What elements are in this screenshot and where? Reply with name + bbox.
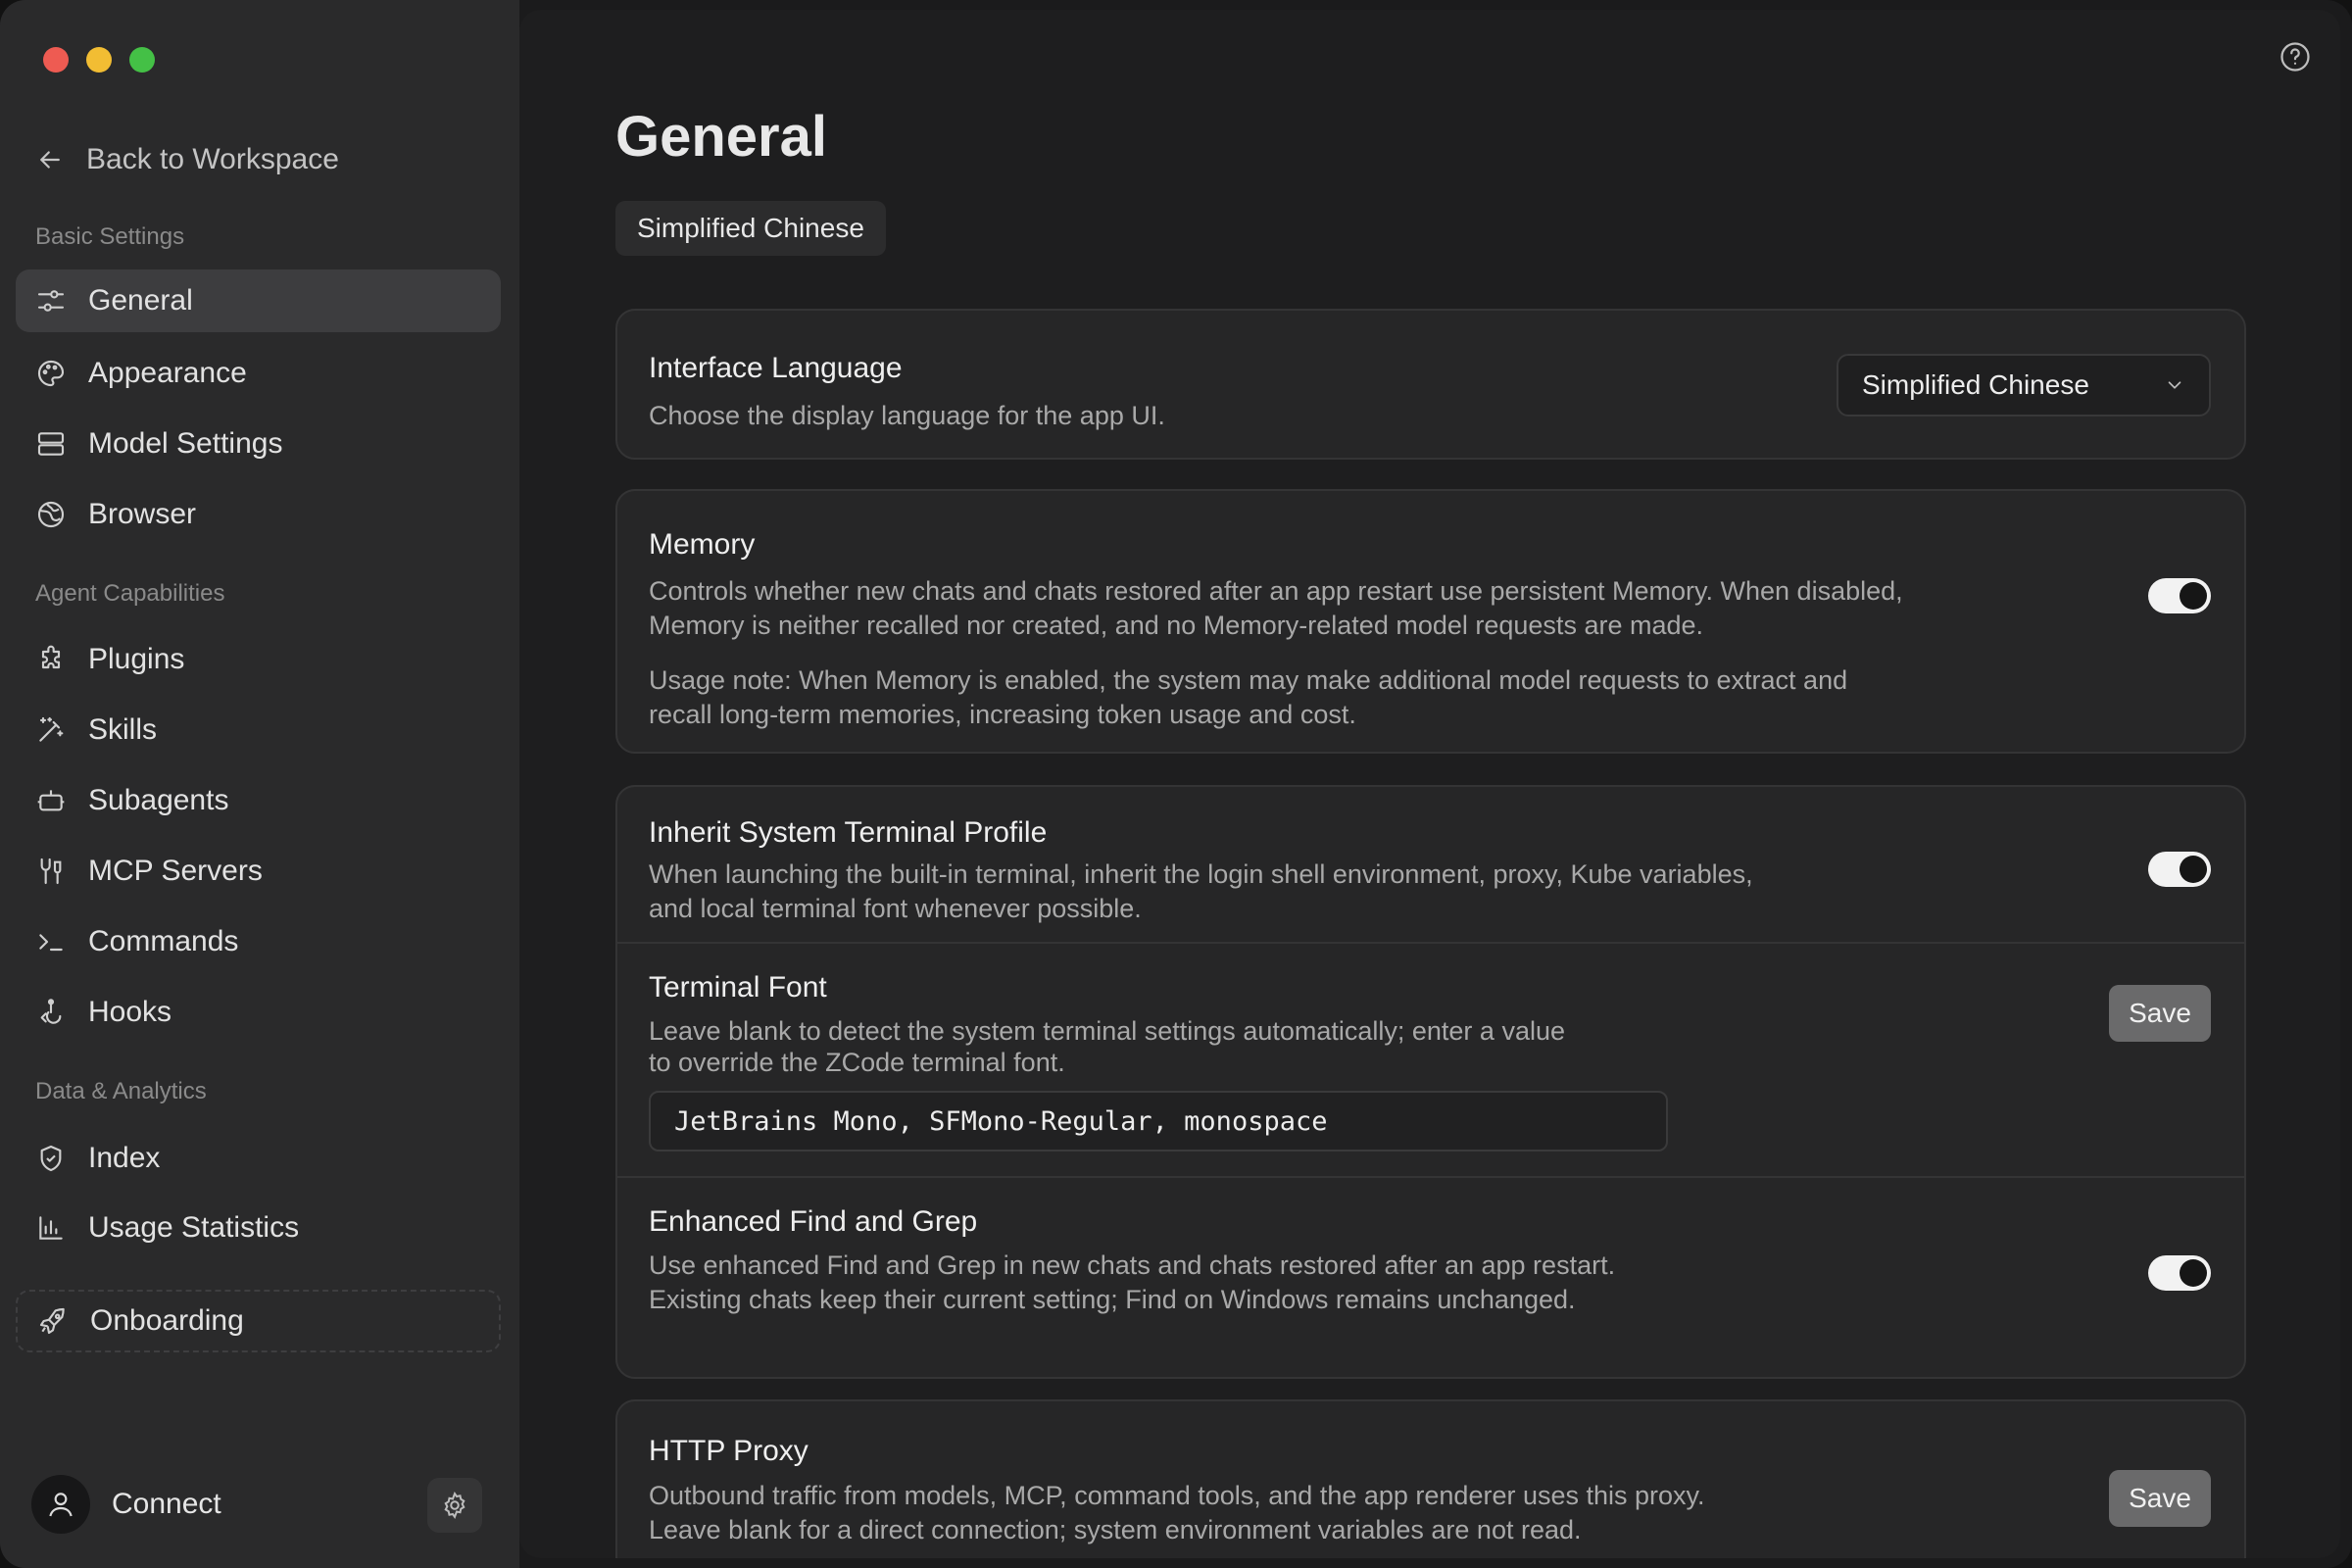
terminal-font-input[interactable] — [649, 1091, 1668, 1152]
sidebar-item-label: MCP Servers — [88, 855, 263, 887]
settings-button[interactable] — [427, 1478, 482, 1533]
terminal-profile-title: Inherit System Terminal Profile — [649, 816, 1048, 849]
section-agent-capabilities: Agent Capabilities — [35, 580, 225, 607]
main-panel: General Simplified Chinese Interface Lan… — [519, 10, 2340, 1558]
sidebar-item-label: Model Settings — [88, 427, 283, 460]
app-window: Back to Workspace Basic Settings General… — [0, 0, 2352, 1568]
maximize-window-button[interactable] — [129, 47, 155, 73]
sidebar-item-label: Appearance — [88, 357, 247, 389]
sidebar-item-onboarding[interactable]: Onboarding — [16, 1290, 501, 1352]
terminal-font-description-line1: Leave blank to detect the system termina… — [649, 1016, 1565, 1046]
bar-chart-icon — [39, 1216, 63, 1240]
globe-icon — [37, 501, 65, 528]
memory-note-line1: Usage note: When Memory is enabled, the … — [649, 665, 1848, 695]
sidebar-item-label: Plugins — [88, 643, 185, 675]
terminal-profile-row: Inherit System Terminal Profile When lau… — [617, 787, 2244, 944]
page-title: General — [615, 105, 827, 169]
back-to-workspace-link[interactable]: Back to Workspace — [35, 135, 339, 184]
sidebar-item-label: Usage Statistics — [88, 1211, 300, 1244]
sidebar-item-skills[interactable]: Skills — [16, 699, 501, 761]
http-proxy-save-button[interactable]: Save — [2109, 1470, 2211, 1527]
terminal-font-title: Terminal Font — [649, 971, 827, 1004]
language-chip[interactable]: Simplified Chinese — [615, 201, 886, 256]
plug-icon — [40, 858, 62, 885]
toggle-knob — [2180, 1259, 2207, 1287]
http-proxy-card: HTTP Proxy Outbound traffic from models,… — [615, 1399, 2246, 1558]
sidebar-item-label: Index — [88, 1142, 161, 1174]
interface-language-title: Interface Language — [649, 352, 903, 384]
sidebar-item-plugins[interactable]: Plugins — [16, 628, 501, 691]
find-grep-toggle[interactable] — [2148, 1255, 2211, 1291]
sidebar-item-label: Subagents — [88, 784, 229, 816]
interface-language-card: Interface Language Choose the display la… — [615, 309, 2246, 460]
sidebar-item-label: Onboarding — [90, 1304, 244, 1337]
user-icon — [49, 1493, 73, 1517]
window-controls — [43, 47, 155, 73]
help-circle-icon[interactable] — [2278, 39, 2313, 74]
sidebar-item-mcp-servers[interactable]: MCP Servers — [16, 840, 501, 903]
terminal-font-save-button[interactable]: Save — [2109, 985, 2211, 1042]
sidebar-item-usage-statistics[interactable]: Usage Statistics — [16, 1197, 501, 1259]
puzzle-icon — [41, 645, 61, 669]
sidebar-item-index[interactable]: Index — [16, 1127, 501, 1190]
find-grep-description-line1: Use enhanced Find and Grep in new chats … — [649, 1250, 1616, 1280]
arrow-left-icon — [40, 151, 60, 169]
memory-note-line2: recall long-term memories, increasing to… — [649, 700, 1356, 729]
terminal-profile-description-line2: and local terminal font whenever possibl… — [649, 894, 1142, 923]
interface-language-select[interactable]: Simplified Chinese — [1837, 354, 2211, 416]
find-grep-title: Enhanced Find and Grep — [649, 1205, 978, 1238]
sidebar-item-general[interactable]: General — [16, 270, 501, 332]
memory-description-line1: Controls whether new chats and chats res… — [649, 576, 1903, 606]
sidebar: Back to Workspace Basic Settings General… — [0, 0, 519, 1568]
http-proxy-description-line1: Outbound traffic from models, MCP, comma… — [649, 1481, 1705, 1510]
sidebar-item-model-settings[interactable]: Model Settings — [16, 413, 501, 475]
close-window-button[interactable] — [43, 47, 69, 73]
sidebar-item-label: Browser — [88, 498, 197, 530]
memory-description-line2: Memory is neither recalled nor created, … — [649, 611, 1704, 640]
connect-label: Connect — [112, 1488, 221, 1520]
avatar — [31, 1475, 90, 1534]
memory-card: Memory Controls whether new chats and ch… — [615, 489, 2246, 754]
terminal-font-row: Terminal Font Leave blank to detect the … — [617, 944, 2244, 1177]
section-data-analytics: Data & Analytics — [35, 1078, 207, 1104]
toggle-knob — [2180, 856, 2207, 883]
magic-wand-icon — [39, 716, 64, 742]
find-grep-description-line2: Existing chats keep their current settin… — [649, 1285, 1576, 1314]
sidebar-item-appearance[interactable]: Appearance — [16, 342, 501, 405]
terminal-settings-card: Inherit System Terminal Profile When lau… — [615, 785, 2246, 1379]
sidebar-item-hooks[interactable]: Hooks — [16, 981, 501, 1044]
sliders-icon — [37, 290, 65, 312]
bot-icon — [37, 790, 65, 811]
terminal-profile-description-line1: When launching the built-in terminal, in… — [649, 859, 1753, 889]
memory-title: Memory — [649, 528, 756, 561]
sidebar-item-commands[interactable]: Commands — [16, 910, 501, 973]
sidebar-item-browser[interactable]: Browser — [16, 483, 501, 546]
sidebar-item-label: General — [88, 284, 193, 317]
gear-icon — [444, 1491, 466, 1520]
section-basic-settings: Basic Settings — [35, 223, 185, 250]
back-label: Back to Workspace — [86, 143, 339, 175]
http-proxy-title: HTTP Proxy — [649, 1435, 808, 1467]
terminal-profile-toggle[interactable] — [2148, 852, 2211, 887]
hook-icon — [40, 999, 62, 1024]
sidebar-item-label: Hooks — [88, 996, 172, 1028]
server-icon — [37, 432, 65, 456]
interface-language-description: Choose the display language for the app … — [649, 401, 1165, 430]
terminal-font-description-line2: to override the ZCode terminal font. — [649, 1048, 1065, 1077]
palette-icon — [37, 360, 65, 387]
rocket-icon — [39, 1307, 65, 1335]
sidebar-item-subagents[interactable]: Subagents — [16, 769, 501, 832]
terminal-icon — [39, 934, 63, 952]
toggle-knob — [2180, 582, 2207, 610]
sidebar-item-label: Commands — [88, 925, 239, 957]
find-grep-row: Enhanced Find and Grep Use enhanced Find… — [617, 1178, 2244, 1377]
shield-icon — [40, 1145, 62, 1172]
chevron-down-icon — [2168, 381, 2181, 389]
sidebar-item-label: Skills — [88, 713, 158, 746]
connect-button[interactable]: Connect — [31, 1475, 221, 1534]
http-proxy-description-line2: Leave blank for a direct connection; sys… — [649, 1515, 1582, 1544]
interface-language-value: Simplified Chinese — [1862, 369, 2089, 400]
memory-toggle[interactable] — [2148, 578, 2211, 613]
minimize-window-button[interactable] — [86, 47, 112, 73]
